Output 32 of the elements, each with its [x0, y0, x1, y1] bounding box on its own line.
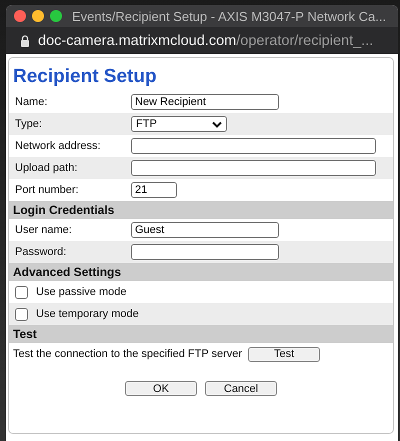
checkbox[interactable]: [15, 286, 28, 298]
chevron-icon: [212, 120, 222, 128]
minimize-icon[interactable]: [32, 10, 44, 22]
test-description: Test the connection to the specified FTP server: [13, 348, 242, 360]
checkbox-label: Use passive mode: [36, 286, 126, 298]
field-label: Type:: [15, 118, 43, 130]
checkbox-label: Use temporary mode: [36, 308, 139, 320]
input-field[interactable]: New Recipient: [131, 94, 279, 110]
cancel-button[interactable]: Cancel: [205, 381, 277, 396]
section-header: Advanced Settings: [9, 263, 393, 281]
type-dropdown[interactable]: FTP: [131, 116, 227, 132]
input-field[interactable]: [131, 138, 376, 154]
zoom-icon[interactable]: [50, 10, 62, 22]
close-icon[interactable]: [14, 10, 26, 22]
field-label: Network address:: [15, 140, 102, 152]
input-field[interactable]: [131, 244, 279, 260]
test-button[interactable]: Test: [248, 346, 320, 362]
ok-button[interactable]: OK: [125, 381, 197, 396]
checkbox[interactable]: [15, 308, 28, 320]
field-label: Upload path:: [15, 162, 78, 174]
input-field[interactable]: 21: [131, 182, 177, 198]
input-field[interactable]: Guest: [131, 222, 279, 238]
window-title: Events/Recipient Setup - AXIS M3047-P Network Ca...: [72, 8, 386, 24]
lock-icon: [20, 34, 30, 46]
section-header: Login Credentials: [9, 201, 393, 219]
field-label: User name:: [15, 224, 73, 236]
dialog-heading: Recipient Setup: [12, 65, 158, 89]
field-label: Password:: [15, 246, 68, 258]
field-label: Name:: [15, 96, 48, 108]
input-field[interactable]: [131, 160, 376, 176]
section-header: Test: [9, 325, 393, 343]
field-label: Port number:: [15, 184, 80, 196]
